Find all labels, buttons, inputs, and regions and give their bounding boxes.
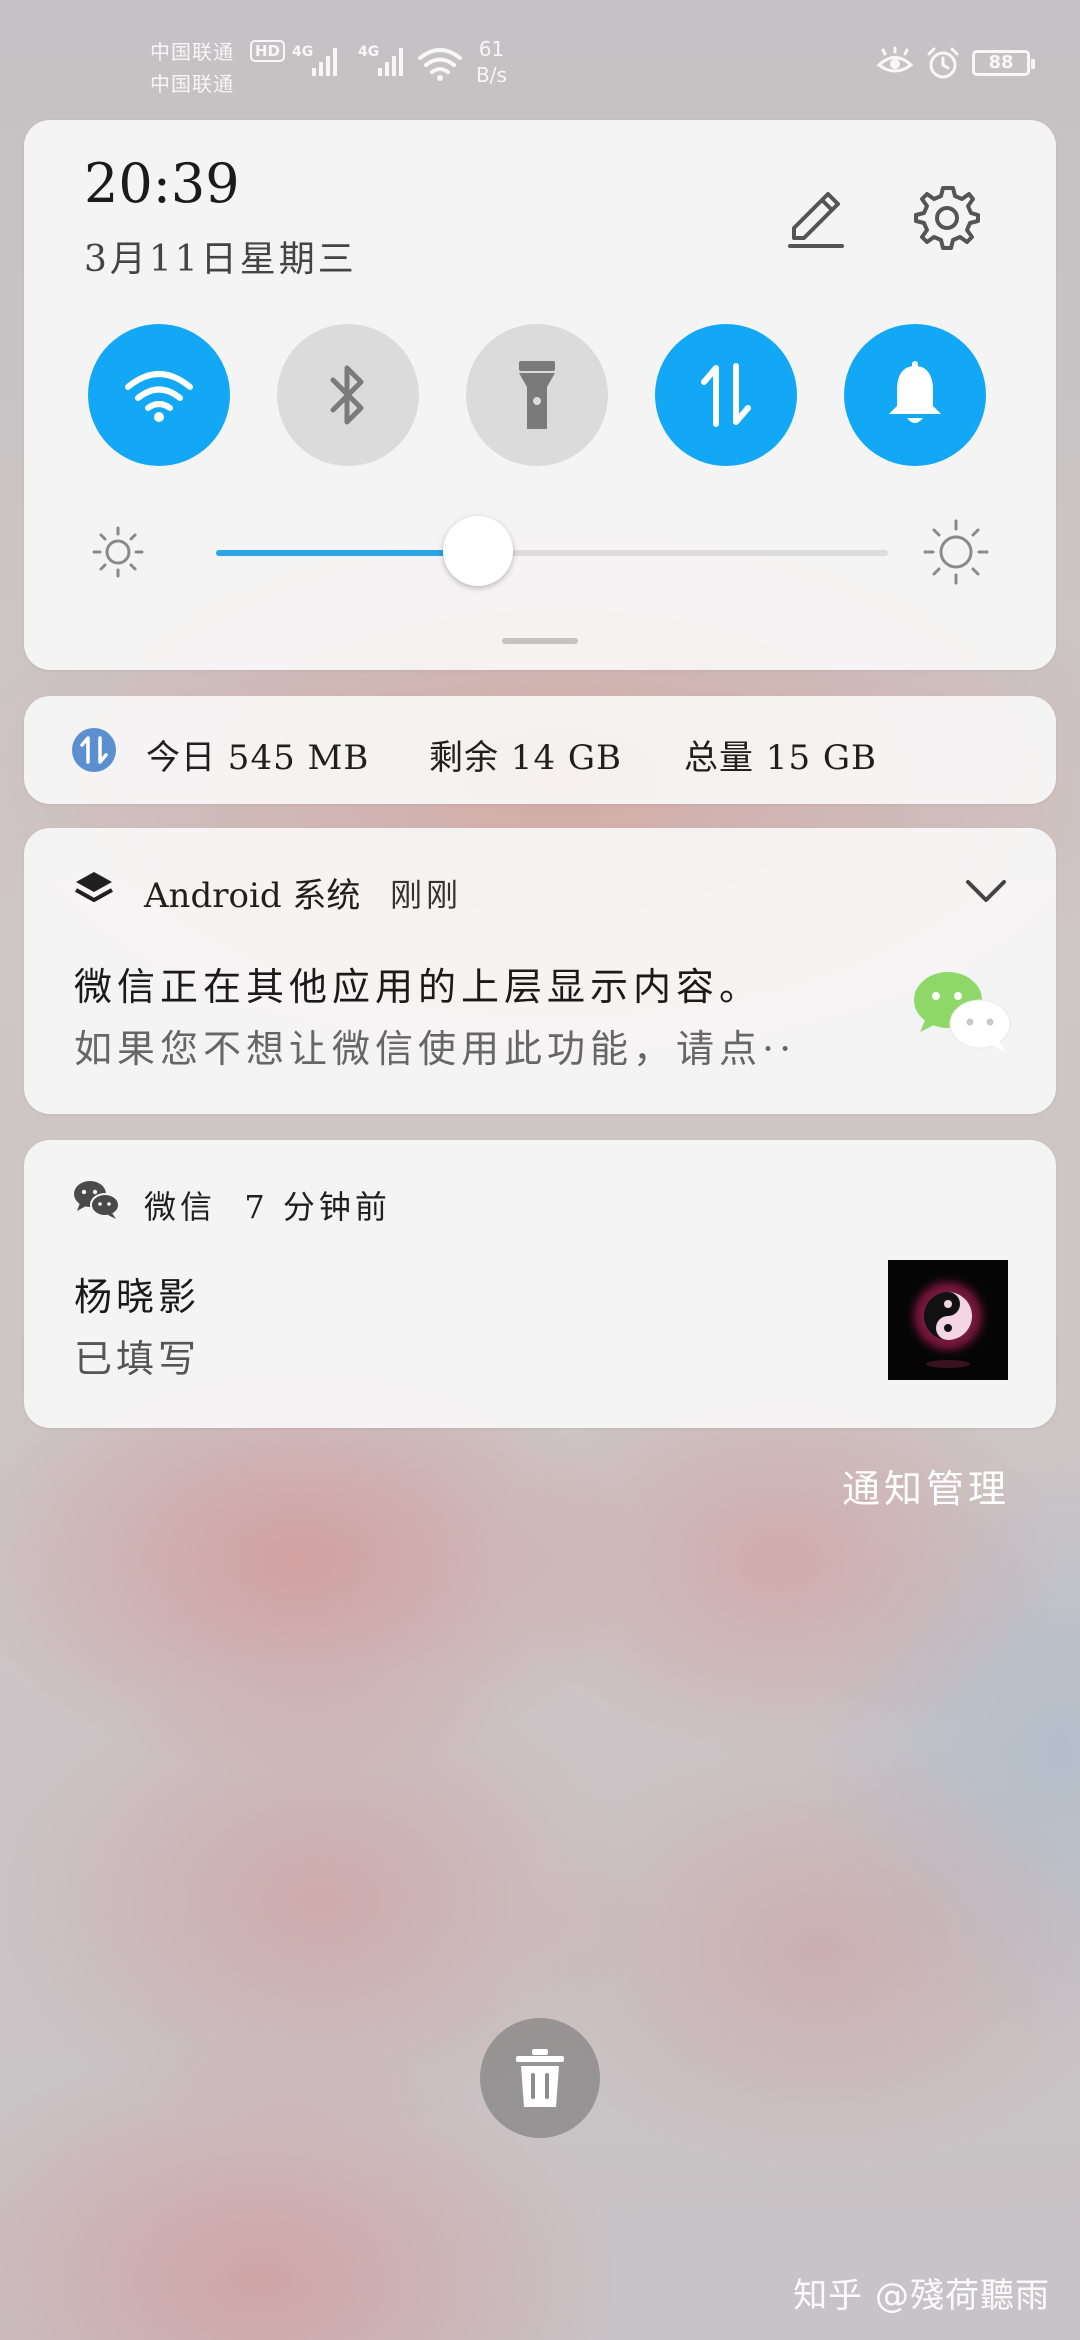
notification-app-name: Android 系统 [144, 876, 361, 916]
chevron-down-icon[interactable] [962, 870, 1010, 910]
speed-value: 61 [478, 37, 505, 61]
speed-unit: B/s [476, 63, 507, 87]
brightness-low-icon [92, 526, 144, 578]
flashlight-icon [519, 361, 555, 429]
notification-time: 刚刚 [390, 876, 463, 914]
mobile-data-icon [701, 363, 751, 427]
edit-icon[interactable] [780, 182, 850, 252]
carrier-1: 中国联通 [150, 40, 234, 64]
wifi-icon [125, 371, 193, 422]
bluetooth-icon [330, 365, 364, 425]
notification-management-link[interactable]: 通知管理 [842, 1458, 1010, 1513]
eye-icon [876, 46, 914, 73]
mobile-data-icon [72, 728, 116, 772]
carrier-2: 中国联通 [150, 72, 234, 96]
battery-icon: 88 [972, 50, 1035, 76]
notification-sender: 杨晓影 [74, 1275, 201, 1319]
brightness-fill [216, 550, 479, 556]
notification-android-system[interactable]: Android 系统 刚刚 微信正在其他应用的上层显示内容。 如果您不想让微信使… [24, 828, 1056, 1114]
bell-icon [889, 361, 941, 423]
toggle-wifi[interactable] [88, 324, 230, 466]
notification-title: 微信正在其他应用的上层显示内容。 [74, 965, 763, 1009]
panel-drag-handle[interactable] [502, 638, 578, 644]
network-speed: 61 B/s [476, 36, 507, 88]
data-remaining: 剩余 14 GB [429, 738, 623, 778]
layers-icon [75, 872, 113, 902]
notification-wechat[interactable]: 微信 7 分钟前 杨晓影 已填写 [24, 1140, 1056, 1428]
date: 3月11日星期三 [84, 239, 357, 280]
status-icons: 88 [876, 46, 1035, 80]
brightness-thumb[interactable] [443, 516, 514, 586]
data-usage-card[interactable]: 今日 545 MB 剩余 14 GB 总量 15 GB [24, 696, 1056, 804]
watermark: 知乎 @殘荷聽雨 [793, 2276, 1050, 2316]
yin-yang-image [888, 1260, 1008, 1380]
notification-time: 7 分钟前 [244, 1188, 391, 1226]
trash-icon [516, 2049, 564, 2107]
data-total: 总量 15 GB [684, 738, 878, 778]
data-today: 今日 545 MB [146, 738, 370, 778]
alarm-icon [927, 47, 959, 79]
notification-app-label: 微信 [144, 1188, 217, 1226]
clear-notifications-button[interactable] [480, 2018, 600, 2138]
carrier-labels: 中国联通 中国联通 [150, 36, 234, 100]
status-bar: 中国联通 中国联通 HD 4G 4G 61 B/s 88 [0, 0, 1080, 110]
toggle-bluetooth[interactable] [277, 324, 419, 466]
toggle-flashlight[interactable] [466, 324, 608, 466]
quick-settings-panel: 20:39 3月11日星期三 [24, 120, 1056, 670]
brightness-slider[interactable] [216, 516, 888, 586]
notification-thumbnail [888, 1260, 1008, 1380]
notification-message: 已填写 [74, 1337, 201, 1381]
wechat-icon [914, 972, 1011, 1052]
notification-app-name: 微信 7 分钟前 [144, 1182, 391, 1228]
wifi-icon [418, 48, 462, 81]
hd-badge: HD [250, 40, 286, 62]
wechat-icon [74, 1181, 120, 1219]
toggle-sound[interactable] [844, 324, 986, 466]
brightness-high-icon [923, 519, 989, 585]
toggle-mobile-data[interactable] [655, 324, 797, 466]
notification-body: 如果您不想让微信使用此功能，请点·· [74, 1027, 797, 1071]
gear-icon[interactable] [912, 182, 982, 252]
clock: 20:39 [84, 152, 240, 215]
